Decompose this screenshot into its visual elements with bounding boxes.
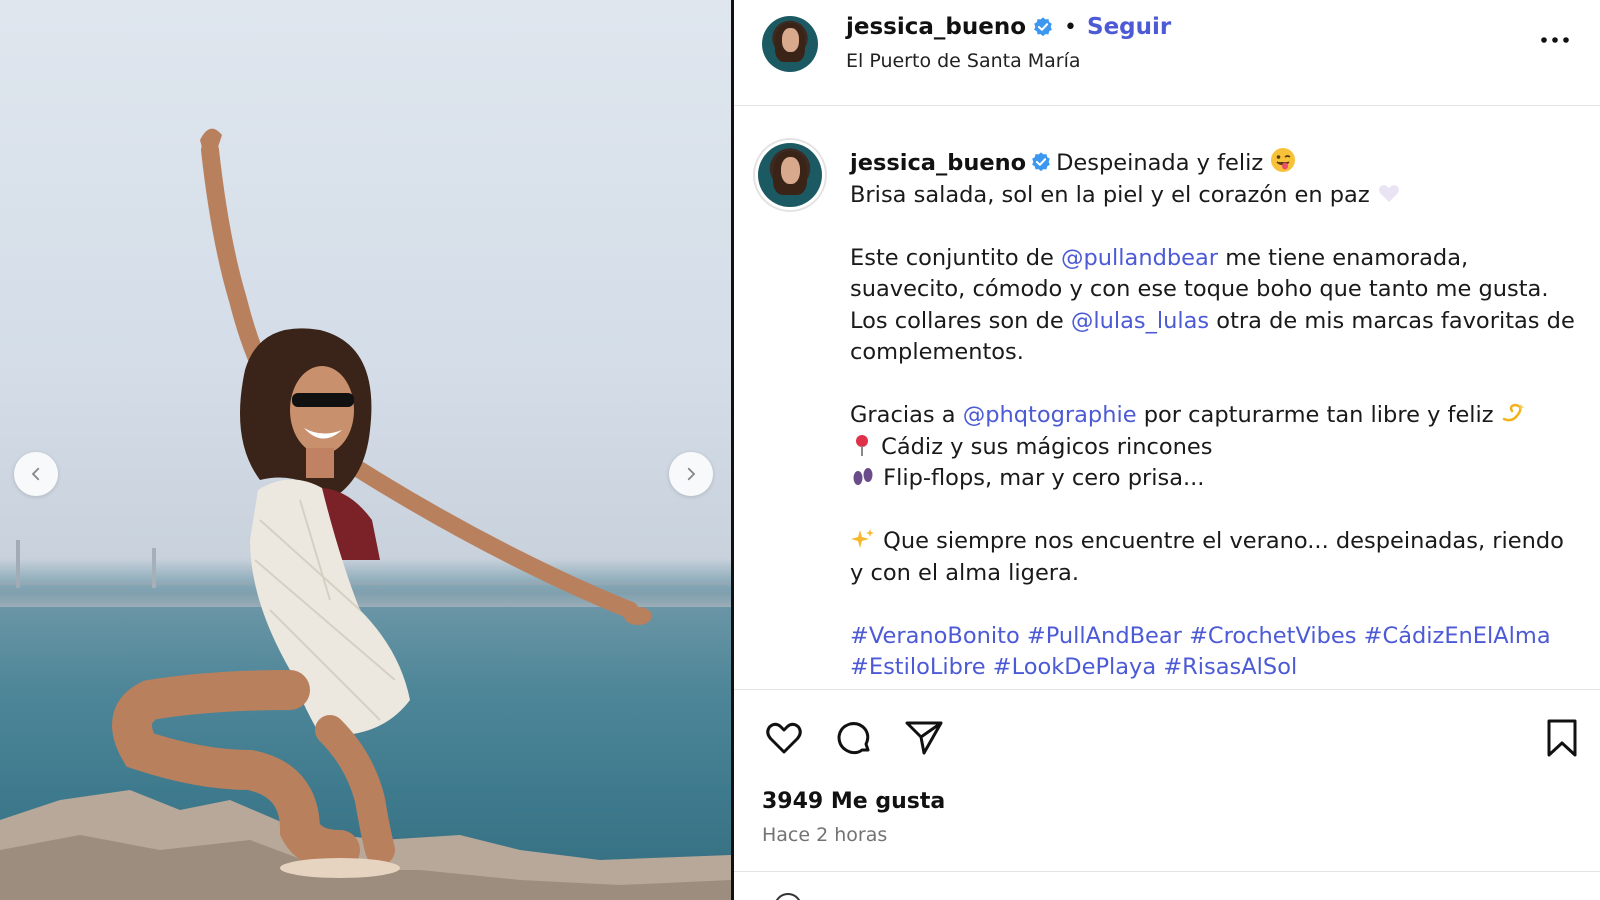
location-link[interactable]: El Puerto de Santa María <box>846 50 1081 72</box>
hashtag-link[interactable]: #RisasAlSol <box>1163 654 1297 680</box>
mention-link[interactable]: @phqtographie <box>963 402 1137 428</box>
caption-text: jessica_bueno Despeinada y feliz Brisa s… <box>850 147 1578 684</box>
caption-text-span: Gracias a <box>850 402 963 428</box>
previous-image-button[interactable] <box>14 452 58 496</box>
save-button[interactable] <box>1540 716 1584 760</box>
header-user-line: jessica_bueno • Seguir <box>846 14 1171 40</box>
post-header: jessica_bueno • Seguir El Puerto de Sant… <box>734 0 1600 106</box>
hashtag-list: #VeranoBonito #PullAndBear #CrochetVibes… <box>850 621 1578 684</box>
caption-username[interactable]: jessica_bueno <box>850 150 1026 176</box>
mention-link[interactable]: @pullandbear <box>1061 245 1218 271</box>
white-heart-emoji-icon <box>1378 184 1399 202</box>
caption-line: Flip-flops, mar y cero prisa... <box>883 465 1205 491</box>
more-options-icon[interactable] <box>1538 30 1572 50</box>
heart-icon <box>766 722 802 754</box>
send-icon <box>905 721 943 755</box>
post-photo[interactable] <box>0 0 731 900</box>
chevron-right-icon <box>687 467 696 481</box>
caption-line: Cádiz y sus mágicos rincones <box>881 433 1213 460</box>
hashtag-link[interactable]: #VeranoBonito <box>850 623 1020 649</box>
comment-button[interactable] <box>832 716 876 760</box>
next-image-button[interactable] <box>669 452 713 496</box>
dizzy-emoji-icon <box>1502 403 1525 422</box>
instagram-post: jessica_bueno • Seguir El Puerto de Sant… <box>0 0 1600 900</box>
likes-count[interactable]: 3949 Me gusta <box>762 789 945 814</box>
sparkles-emoji-icon <box>851 529 874 548</box>
caption-line: Brisa salada, sol en la piel y el corazó… <box>850 181 1370 208</box>
emoji-picker-icon[interactable] <box>774 893 802 900</box>
post-timestamp[interactable]: Hace 2 horas <box>762 824 887 846</box>
post-details-panel: jessica_bueno • Seguir El Puerto de Sant… <box>734 0 1600 900</box>
woman-figure <box>0 128 731 900</box>
caption-text-span: por capturarme tan libre y feliz <box>1136 402 1494 428</box>
caption-text-span: Los collares son de <box>850 307 1071 334</box>
caption-avatar[interactable] <box>758 143 822 207</box>
chevron-left-icon <box>31 467 40 481</box>
comment-icon <box>837 722 870 755</box>
actions-divider <box>734 689 1600 690</box>
like-button[interactable] <box>762 716 806 760</box>
separator-dot: • <box>1064 14 1077 40</box>
caption-text-span: Este conjuntito de <box>850 244 1062 271</box>
verified-badge-icon <box>1034 17 1052 37</box>
hashtag-link[interactable]: #LookDePlaya <box>993 654 1156 680</box>
caption-title: Despeinada y feliz <box>1056 150 1264 176</box>
hashtag-link[interactable]: #PullAndBear <box>1027 623 1182 649</box>
winking-tongue-emoji-icon <box>1271 148 1296 172</box>
round-pushpin-emoji-icon <box>856 434 868 456</box>
username-link[interactable]: jessica_bueno <box>846 14 1026 40</box>
follow-button[interactable]: Seguir <box>1087 14 1171 40</box>
caption-area: jessica_bueno Despeinada y feliz Brisa s… <box>734 107 1600 689</box>
bookmark-icon <box>1547 719 1577 757</box>
footprints-emoji-icon <box>853 468 873 485</box>
hashtag-link[interactable]: #CrochetVibes <box>1189 623 1356 649</box>
hashtag-link[interactable]: #EstiloLibre <box>850 654 986 680</box>
share-button[interactable] <box>902 716 946 760</box>
avatar[interactable] <box>762 16 818 72</box>
comment-divider <box>734 871 1600 872</box>
verified-badge-icon <box>1032 152 1050 172</box>
mention-link[interactable]: @lulas_lulas <box>1071 308 1209 334</box>
caption-line: Que siempre nos encuentre el verano... d… <box>850 528 1564 586</box>
hashtag-link[interactable]: #CádizEnElAlma <box>1364 623 1551 649</box>
